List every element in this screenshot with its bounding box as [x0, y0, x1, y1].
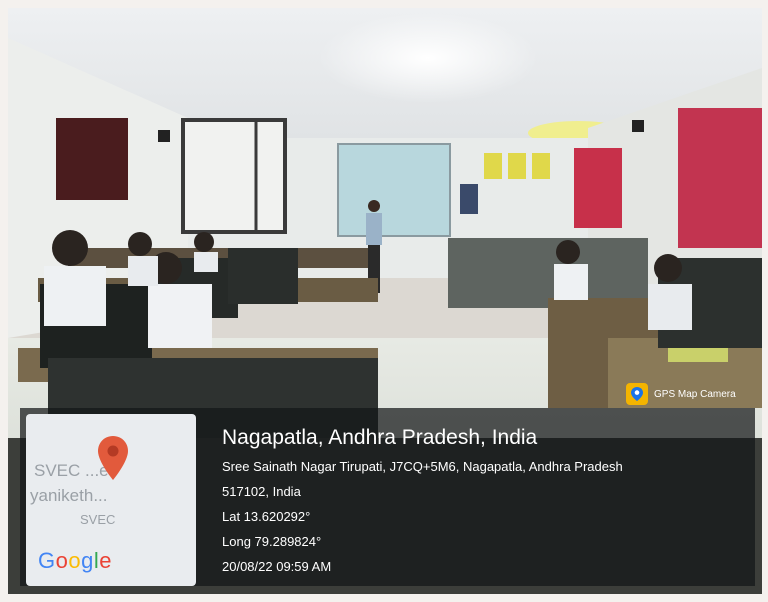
- map-place-label: yaniketh...: [30, 486, 108, 505]
- gps-map-camera-badge: GPS Map Camera: [626, 383, 736, 405]
- timestamp-text: 20/08/22 09:59 AM: [222, 559, 332, 574]
- map-place-label: SVEC: [80, 512, 116, 527]
- map-thumbnail: SVEC ...ee yaniketh... SVEC Google: [26, 414, 196, 586]
- address-line-2: 517102, India: [222, 484, 301, 499]
- google-logo: Google: [38, 548, 113, 573]
- map-pin-icon: [96, 434, 130, 487]
- longitude-text: Long 79.289824°: [222, 534, 322, 549]
- latitude-text: Lat 13.620292°: [222, 509, 311, 524]
- location-title: Nagapatla, Andhra Pradesh, India: [222, 426, 538, 449]
- address-line-1: Sree Sainath Nagar Tirupati, J7CQ+5M6, N…: [222, 459, 623, 474]
- badge-label: GPS Map Camera: [654, 388, 736, 400]
- gps-camera-icon: [626, 383, 648, 405]
